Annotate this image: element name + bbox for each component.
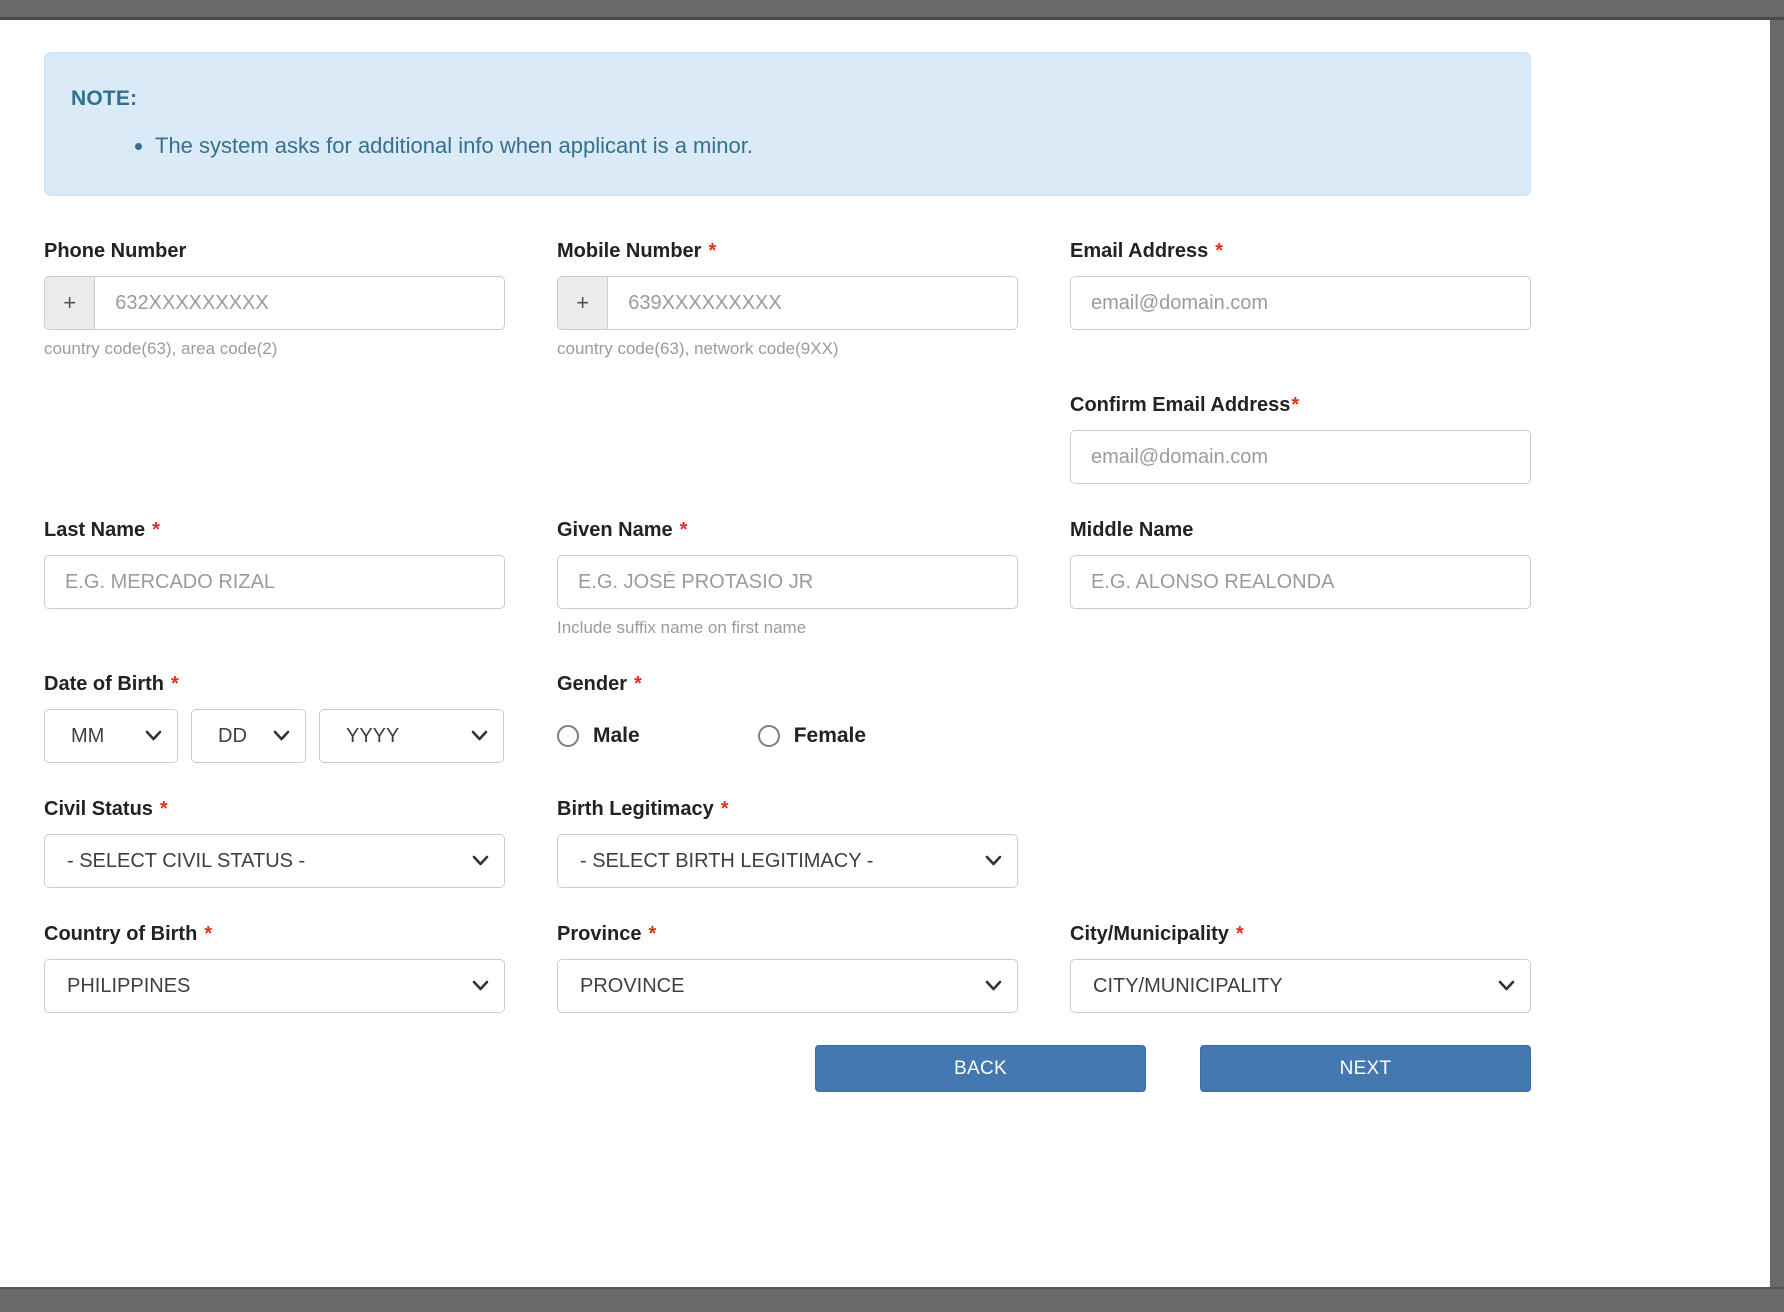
last-name-label: Last Name* (44, 519, 505, 542)
email-address-label: Email Address* (1070, 240, 1531, 263)
window-chrome-bottom (0, 1287, 1784, 1312)
given-name-label: Given Name* (557, 519, 1018, 542)
radio-icon[interactable] (758, 725, 780, 747)
confirm-email-input[interactable] (1070, 430, 1531, 484)
row-birthplace: Country of Birth* PHILIPPINES Province* … (44, 923, 1531, 1013)
field-mobile-number: Mobile Number* + country code(63), netwo… (557, 240, 1018, 359)
province-select[interactable]: PROVINCE (557, 959, 1018, 1013)
radio-icon[interactable] (557, 725, 579, 747)
required-asterisk: * (1236, 923, 1244, 945)
row-birth-gender: Date of Birth* MM DD YYYY (44, 673, 1531, 763)
row-contact: Phone Number + country code(63), area co… (44, 240, 1531, 359)
required-asterisk: * (1215, 240, 1223, 262)
field-city-municipality: City/Municipality* CITY/MUNICIPALITY (1070, 923, 1531, 1013)
gender-label: Gender* (557, 673, 1018, 696)
field-phone-number: Phone Number + country code(63), area co… (44, 240, 505, 359)
row-names: Last Name* Given Name* Include suffix na… (44, 519, 1531, 638)
field-confirm-email: Confirm Email Address* (1070, 394, 1531, 484)
mobile-number-label: Mobile Number* (557, 240, 1018, 263)
field-email-address: Email Address* (1070, 240, 1531, 330)
field-gender: Gender* Male Female (557, 673, 1018, 763)
dob-month-select[interactable]: MM (44, 709, 178, 763)
province-label: Province* (557, 923, 1018, 946)
required-asterisk: * (152, 519, 160, 541)
last-name-input[interactable] (44, 555, 505, 609)
required-asterisk: * (204, 923, 212, 945)
gender-male-label: Male (593, 724, 640, 748)
row-confirm-email: Confirm Email Address* (44, 394, 1531, 484)
required-asterisk: * (1291, 394, 1299, 416)
back-button[interactable]: BACK (815, 1045, 1146, 1092)
field-date-of-birth: Date of Birth* MM DD YYYY (44, 673, 505, 763)
gender-male-radio[interactable]: Male (557, 724, 640, 748)
field-birth-legitimacy: Birth Legitimacy* - SELECT BIRTH LEGITIM… (557, 798, 1018, 888)
window-chrome-top (0, 0, 1784, 20)
middle-name-input[interactable] (1070, 555, 1531, 609)
civil-status-label: Civil Status* (44, 798, 505, 821)
note-list: The system asks for additional info when… (71, 133, 1500, 159)
country-of-birth-label: Country of Birth* (44, 923, 505, 946)
dob-year-select[interactable]: YYYY (319, 709, 504, 763)
window-chrome-right (1770, 0, 1784, 1312)
given-name-input[interactable] (557, 555, 1018, 609)
mobile-number-input[interactable] (607, 276, 1018, 330)
city-municipality-label: City/Municipality* (1070, 923, 1531, 946)
confirm-email-label: Confirm Email Address* (1070, 394, 1531, 417)
phone-number-input[interactable] (94, 276, 505, 330)
required-asterisk: * (708, 240, 716, 262)
field-civil-status: Civil Status* - SELECT CIVIL STATUS - (44, 798, 505, 888)
next-button[interactable]: NEXT (1200, 1045, 1531, 1092)
row-status: Civil Status* - SELECT CIVIL STATUS - Bi… (44, 798, 1531, 888)
field-given-name: Given Name* Include suffix name on first… (557, 519, 1018, 638)
phone-prefix-addon: + (44, 276, 94, 330)
gender-female-radio[interactable]: Female (758, 724, 866, 748)
form-page: NOTE: The system asks for additional inf… (0, 23, 1770, 1287)
mobile-helper-text: country code(63), network code(9XX) (557, 339, 1018, 359)
birth-legitimacy-label: Birth Legitimacy* (557, 798, 1018, 821)
phone-number-label: Phone Number (44, 240, 505, 263)
button-row: BACK NEXT (44, 1045, 1531, 1092)
required-asterisk: * (721, 798, 729, 820)
required-asterisk: * (634, 673, 642, 695)
required-asterisk: * (648, 923, 656, 945)
date-of-birth-label: Date of Birth* (44, 673, 505, 696)
required-asterisk: * (680, 519, 688, 541)
gender-female-label: Female (794, 724, 866, 748)
country-of-birth-select[interactable]: PHILIPPINES (44, 959, 505, 1013)
field-middle-name: Middle Name (1070, 519, 1531, 609)
given-name-helper-text: Include suffix name on first name (557, 618, 1018, 638)
note-box: NOTE: The system asks for additional inf… (44, 52, 1531, 196)
note-title: NOTE: (71, 87, 1500, 111)
email-address-input[interactable] (1070, 276, 1531, 330)
civil-status-select[interactable]: - SELECT CIVIL STATUS - (44, 834, 505, 888)
middle-name-label: Middle Name (1070, 519, 1531, 542)
field-country-of-birth: Country of Birth* PHILIPPINES (44, 923, 505, 1013)
field-last-name: Last Name* (44, 519, 505, 609)
dob-day-select[interactable]: DD (191, 709, 306, 763)
phone-helper-text: country code(63), area code(2) (44, 339, 505, 359)
note-item: The system asks for additional info when… (155, 133, 1500, 159)
city-municipality-select[interactable]: CITY/MUNICIPALITY (1070, 959, 1531, 1013)
required-asterisk: * (160, 798, 168, 820)
field-province: Province* PROVINCE (557, 923, 1018, 1013)
required-asterisk: * (171, 673, 179, 695)
birth-legitimacy-select[interactable]: - SELECT BIRTH LEGITIMACY - (557, 834, 1018, 888)
mobile-prefix-addon: + (557, 276, 607, 330)
